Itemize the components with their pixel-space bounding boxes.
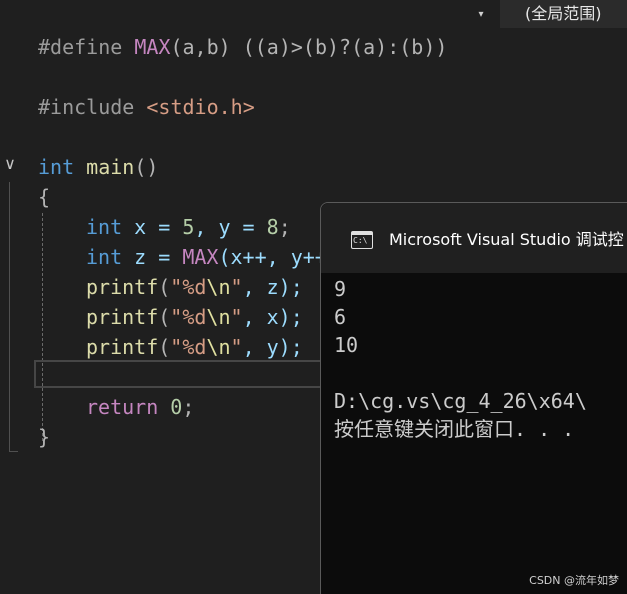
fold-chevron-icon[interactable]: ∨: [0, 154, 20, 174]
code-text: z =: [122, 245, 183, 269]
function-name: main: [86, 155, 135, 179]
fold-guide-end: [9, 451, 18, 452]
console-output-line: 按任意键关闭此窗口. . .: [334, 417, 575, 441]
include-header: <stdio.h>: [146, 95, 255, 119]
number-literal: 0: [170, 395, 183, 419]
function-name: printf: [86, 275, 159, 299]
preprocessor-directive: #include: [38, 95, 147, 119]
keyword: int: [38, 155, 75, 179]
macro-body: (a,b) ((a)>(b)?(a):(b)): [170, 35, 448, 59]
punctuation: (): [134, 155, 159, 179]
number-literal: 5: [182, 215, 195, 239]
code-text: , y =: [194, 215, 267, 239]
code-line-close-brace: }: [38, 422, 50, 452]
code-text: , x);: [242, 305, 303, 329]
string-literal: ": [230, 335, 243, 359]
punctuation: (: [158, 305, 171, 329]
console-output: 9 6 10 D:\cg.vs\cg_4_26\x64\ 按任意键关闭此窗口. …: [334, 275, 627, 443]
open-brace: {: [38, 185, 51, 209]
escape-sequence: \n: [206, 275, 231, 299]
string-literal: ": [230, 275, 243, 299]
macro-name: MAX: [134, 35, 171, 59]
console-output-line: 6: [334, 305, 347, 329]
csdn-watermark: CSDN @流年如梦: [529, 574, 619, 587]
screenshot-root: ▾ (全局范围) ∨ #define MAX(a,b) ((a)>(b)?(a)…: [0, 0, 627, 594]
punctuation: ;: [182, 395, 195, 419]
escape-sequence: \n: [206, 305, 231, 329]
console-titlebar[interactable]: C:\ Microsoft Visual Studio 调试控: [321, 203, 627, 273]
code-line-printf-y: printf("%d\n", y);: [86, 332, 303, 362]
code-line-open-brace: {: [38, 182, 50, 212]
code-line-decl-xy: int x = 5, y = 8;: [86, 212, 291, 242]
keyword: return: [86, 395, 159, 419]
console-window-title: Microsoft Visual Studio 调试控: [389, 230, 624, 249]
punctuation: (: [158, 275, 171, 299]
close-brace: }: [38, 425, 51, 449]
number-literal: 8: [266, 215, 279, 239]
escape-sequence: \n: [206, 335, 231, 359]
string-literal: "%d: [170, 275, 207, 299]
indent-guide: [42, 213, 43, 441]
scope-bar: ▾ (全局范围): [0, 0, 627, 30]
code-line-define: #define MAX(a,b) ((a)>(b)?(a):(b)): [38, 32, 447, 62]
string-literal: "%d: [170, 305, 207, 329]
console-output-line: 9: [334, 277, 347, 301]
scope-dropdown[interactable]: (全局范围): [500, 0, 627, 28]
preprocessor-directive: #define: [38, 35, 135, 59]
code-line-main: int main(): [38, 152, 158, 182]
code-line-return: return 0;: [86, 392, 194, 422]
code-text: (x++, y++: [218, 245, 327, 269]
string-literal: ": [230, 305, 243, 329]
code-line-include: #include <stdio.h>: [38, 92, 255, 122]
function-name: printf: [86, 305, 159, 329]
console-app-icon: C:\: [351, 231, 373, 249]
fold-guide-line: [9, 182, 10, 452]
function-name: printf: [86, 335, 159, 359]
string-literal: "%d: [170, 335, 207, 359]
debug-console-window[interactable]: C:\ Microsoft Visual Studio 调试控 9 6 10 D…: [320, 202, 627, 594]
keyword: int: [86, 245, 123, 269]
code-text: , y);: [242, 335, 303, 359]
punctuation: ;: [278, 215, 291, 239]
console-output-line: D:\cg.vs\cg_4_26\x64\: [334, 389, 587, 413]
macro-name: MAX: [182, 245, 219, 269]
punctuation: (: [158, 335, 171, 359]
code-line-printf-z: printf("%d\n", z);: [86, 272, 303, 302]
current-line-highlight: [34, 360, 334, 388]
code-text: , z);: [242, 275, 303, 299]
code-text: x =: [122, 215, 183, 239]
code-line-decl-z: int z = MAX(x++, y++: [86, 242, 327, 272]
code-line-printf-x: printf("%d\n", x);: [86, 302, 303, 332]
console-output-line: 10: [334, 333, 359, 357]
chevron-down-icon[interactable]: ▾: [470, 6, 492, 24]
keyword: int: [86, 215, 123, 239]
